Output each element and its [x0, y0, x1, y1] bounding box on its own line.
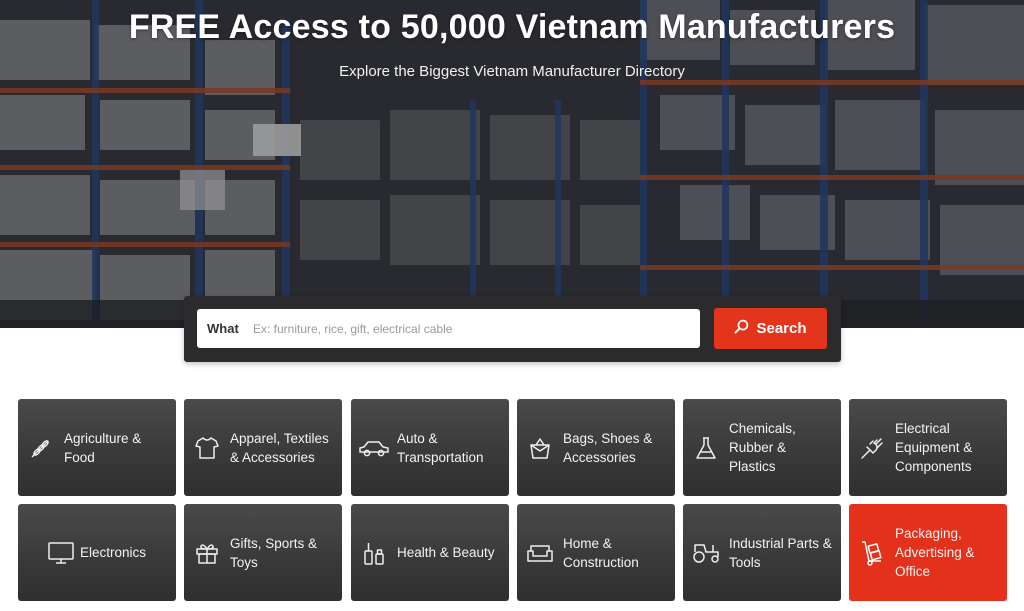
category-electronics[interactable]: Electronics	[18, 504, 176, 601]
hero-banner: FREE Access to 50,000 Vietnam Manufactur…	[0, 0, 1024, 328]
category-packaging-advertising-office[interactable]: Packaging, Advertising & Office	[849, 504, 1007, 601]
category-chemicals-rubber-plastics[interactable]: Chemicals, Rubber & Plastics	[683, 399, 841, 496]
car-icon	[351, 437, 397, 459]
hero-overlay	[0, 0, 1024, 328]
category-industrial-parts-tools[interactable]: Industrial Parts & Tools	[683, 504, 841, 601]
monitor-icon	[42, 541, 80, 565]
hero-subtitle: Explore the Biggest Vietnam Manufacturer…	[339, 63, 685, 80]
category-label: Bags, Shoes & Accessories	[563, 430, 653, 465]
search-input[interactable]	[253, 310, 700, 347]
category-home-construction[interactable]: Home & Construction	[517, 504, 675, 601]
category-gifts-sports-toys[interactable]: Gifts, Sports & Toys	[184, 504, 342, 601]
category-apparel-textiles[interactable]: Apparel, Textiles & Accessories	[184, 399, 342, 496]
tshirt-icon	[184, 435, 230, 461]
sofa-icon	[517, 542, 563, 564]
plug-icon	[849, 435, 895, 461]
hand-truck-icon	[849, 539, 895, 567]
wheat-icon	[18, 436, 64, 460]
category-label: Auto & Transportation	[397, 430, 484, 465]
category-bags-shoes[interactable]: Bags, Shoes & Accessories	[517, 399, 675, 496]
search-bar: What Search	[184, 296, 841, 362]
category-label: Chemicals, Rubber & Plastics	[729, 421, 796, 474]
search-button-label: Search	[756, 320, 807, 337]
search-field-container: What	[197, 309, 700, 348]
search-icon	[734, 319, 749, 338]
category-label: Apparel, Textiles & Accessories	[230, 430, 329, 465]
category-label: Industrial Parts & Tools	[729, 535, 832, 570]
category-label: Gifts, Sports & Toys	[230, 535, 318, 570]
category-health-beauty[interactable]: Health & Beauty	[351, 504, 509, 601]
category-label: Electronics	[79, 545, 147, 560]
category-agriculture-food[interactable]: Agriculture & Food	[18, 399, 176, 496]
category-label: Electrical Equipment & Components	[895, 421, 973, 474]
category-label: Health & Beauty	[397, 545, 495, 560]
search-button[interactable]: Search	[714, 308, 827, 349]
flask-icon	[683, 435, 729, 461]
tractor-icon	[683, 541, 729, 565]
category-label: Packaging, Advertising & Office	[895, 526, 975, 579]
bag-icon	[517, 436, 563, 460]
gift-icon	[184, 541, 230, 565]
hero-title: FREE Access to 50,000 Vietnam Manufactur…	[128, 8, 896, 46]
category-label: Agriculture & Food	[64, 430, 142, 465]
search-label: What	[207, 321, 239, 336]
category-electrical-equipment[interactable]: Electrical Equipment & Components	[849, 399, 1007, 496]
cosmetics-icon	[351, 540, 397, 566]
category-auto-transportation[interactable]: Auto & Transportation	[351, 399, 509, 496]
category-label: Home & Construction	[563, 535, 639, 570]
